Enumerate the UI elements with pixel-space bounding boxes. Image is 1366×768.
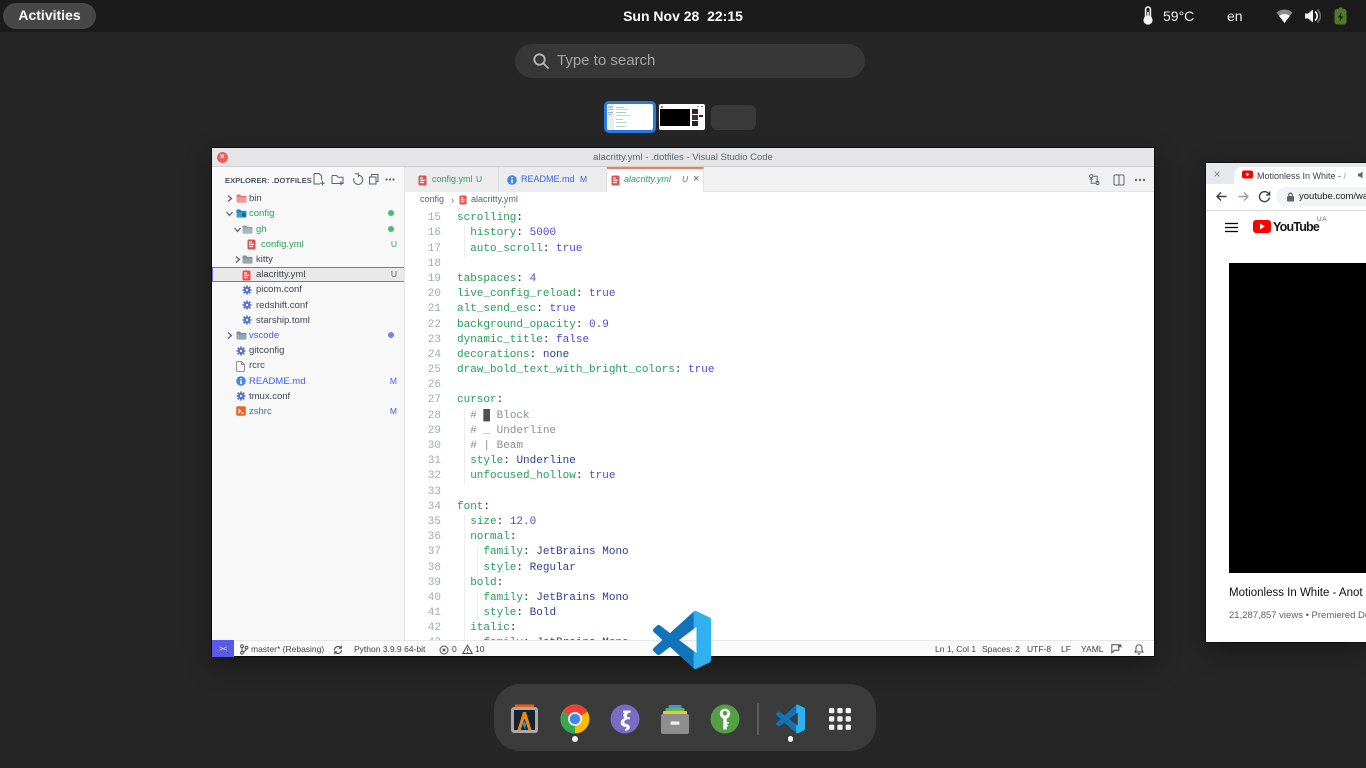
svg-text:ξ: ξ xyxy=(621,707,631,732)
